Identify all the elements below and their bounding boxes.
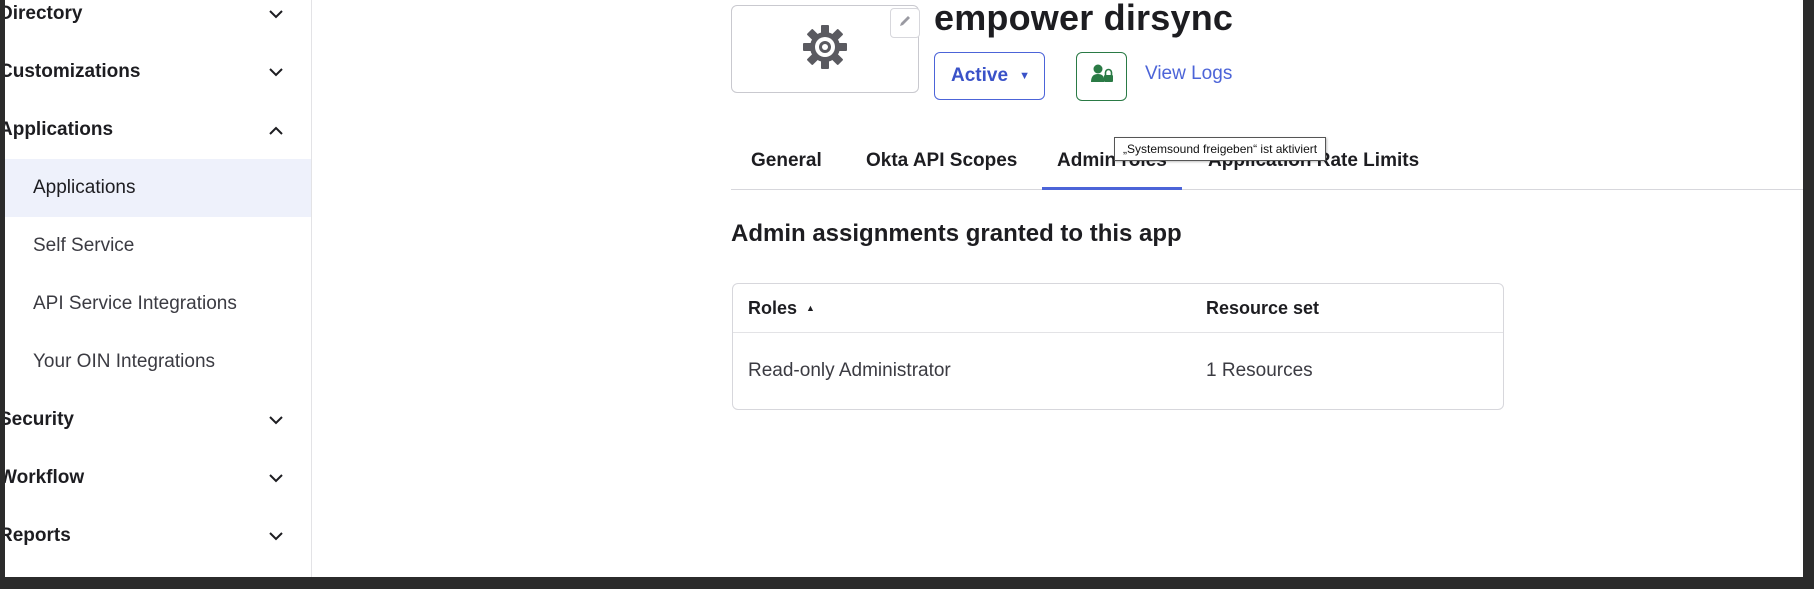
view-logs-link[interactable]: View Logs [1145, 63, 1232, 85]
tab-general[interactable]: General [751, 133, 822, 189]
sidebar-item-api-service-integrations[interactable]: API Service Integrations [5, 275, 311, 333]
sidebar-section-label: Reports [5, 525, 71, 546]
admin-assignments-table: Roles ▲ Resource set Read-only Administr… [732, 283, 1504, 410]
column-header-roles[interactable]: Roles ▲ [748, 284, 815, 332]
sidebar-section-label: Directory [5, 3, 83, 24]
lock-user-icon [1090, 63, 1114, 90]
sidebar-section-label: Applications [5, 119, 114, 140]
sidebar-section-security[interactable]: Security [5, 391, 311, 449]
status-dropdown[interactable]: Active ▼ [934, 52, 1045, 100]
section-title: Admin assignments granted to this app [731, 220, 1182, 247]
sidebar-item-self-service[interactable]: Self Service [5, 217, 311, 275]
table-cell-role: Read-only Administrator [748, 360, 951, 381]
chevron-down-icon [267, 5, 285, 23]
chevron-down-icon [267, 411, 285, 429]
system-tooltip: „Systemsound freigeben“ ist aktiviert [1114, 137, 1327, 161]
sidebar-item-applications[interactable]: Applications [5, 159, 311, 217]
sidebar: Directory Customizations Applications Ap… [5, 0, 312, 577]
edit-logo-button[interactable] [890, 8, 920, 38]
sidebar-section-label: Workflow [5, 467, 85, 488]
page-title: empower dirsync [934, 0, 1234, 38]
column-header-label: Roles [748, 297, 798, 318]
sort-ascending-icon: ▲ [806, 303, 815, 313]
chevron-up-icon [267, 121, 285, 139]
chevron-down-icon [267, 63, 285, 81]
pencil-icon [898, 14, 912, 33]
status-value: Active [951, 65, 1009, 86]
table-cell-resource-set[interactable]: 1 Resources [1206, 333, 1313, 409]
sidebar-item-your-oin-integrations[interactable]: Your OIN Integrations [5, 333, 311, 391]
caret-down-icon: ▼ [1019, 70, 1030, 82]
push-groups-button[interactable] [1076, 52, 1127, 101]
sidebar-section-label: Customizations [5, 61, 141, 82]
sidebar-section-applications[interactable]: Applications [5, 101, 311, 159]
chevron-down-icon [267, 527, 285, 545]
sidebar-section-customizations[interactable]: Customizations [5, 43, 311, 101]
gear-icon [801, 23, 849, 76]
sidebar-section-reports[interactable]: Reports [5, 507, 311, 565]
sidebar-section-workflow[interactable]: Workflow [5, 449, 311, 507]
app-logo [731, 5, 920, 93]
column-header-resource-set: Resource set [1206, 297, 1320, 318]
sidebar-section-label: Security [5, 409, 74, 430]
chevron-down-icon [267, 469, 285, 487]
tab-okta-api-scopes[interactable]: Okta API Scopes [866, 133, 1017, 189]
sidebar-section-directory[interactable]: Directory [5, 0, 311, 43]
app-window: Directory Customizations Applications Ap… [5, 0, 1803, 577]
